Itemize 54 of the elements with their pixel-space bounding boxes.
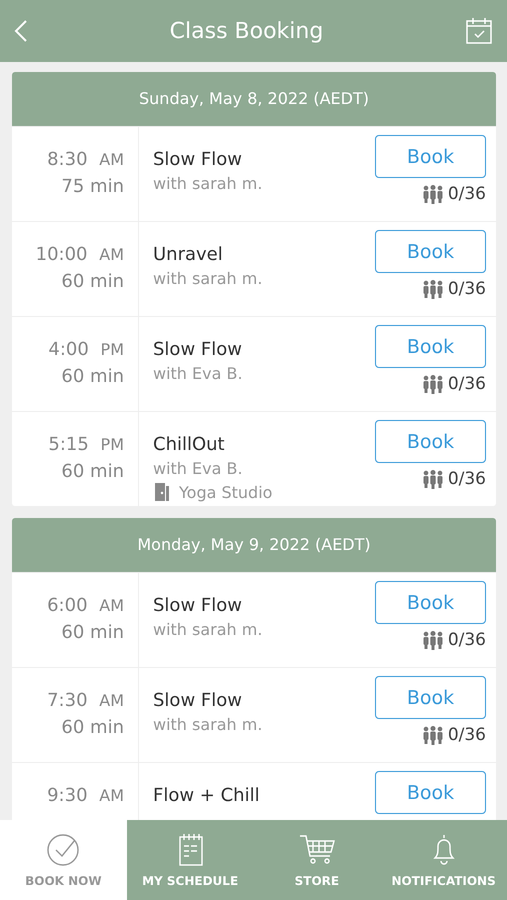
book-button[interactable]: Book — [375, 420, 486, 463]
capacity-count: 0/36 — [448, 725, 486, 745]
class-name: Slow Flow — [153, 149, 243, 170]
class-duration: 60 min — [61, 461, 124, 482]
check-circle-icon — [45, 832, 82, 868]
capacity-count: 0/36 — [448, 279, 486, 299]
class-time: 9:30 AM — [47, 785, 124, 806]
book-button[interactable]: Book — [375, 676, 486, 719]
page-title: Class Booking — [170, 18, 324, 44]
instructor-name: with Eva B. — [153, 364, 244, 383]
class-name: Flow + Chill — [153, 785, 261, 806]
studio-name: Yoga Studio — [179, 482, 272, 502]
class-duration: 60 min — [61, 271, 124, 292]
tab-button[interactable]: BOOK NOW — [0, 820, 127, 900]
instructor-name: with sarah m. — [153, 269, 264, 288]
class-name: Slow Flow — [153, 339, 243, 360]
book-button[interactable]: Book — [375, 581, 486, 624]
calendar-check-icon[interactable] — [465, 17, 493, 45]
class-time: 6:00 AM — [47, 595, 124, 616]
capacity-count: 0/36 — [448, 469, 486, 489]
book-button[interactable]: Book — [375, 230, 486, 273]
people-icon — [422, 469, 444, 489]
class-name: Slow Flow — [153, 690, 243, 711]
capacity-count: 0/36 — [448, 184, 486, 204]
book-button[interactable]: Book — [375, 325, 486, 368]
door-icon — [153, 482, 171, 502]
back-icon[interactable] — [14, 19, 28, 43]
day-header: Sunday, May 8, 2022 (AEDT) — [12, 72, 496, 126]
class-duration: 60 min — [61, 622, 124, 643]
instructor-name: with Eva B. — [153, 459, 244, 478]
class-duration: 60 min — [61, 366, 124, 387]
book-button[interactable]: Book — [375, 135, 486, 178]
class-time: 10:00 AM — [36, 244, 124, 265]
class-name: Slow Flow — [153, 595, 243, 616]
class-time: 7:30 AM — [47, 690, 124, 711]
class-duration: 75 min — [61, 176, 124, 197]
people-icon — [422, 374, 444, 394]
class-duration: 60 min — [61, 717, 124, 738]
instructor-name: with sarah m. — [153, 715, 264, 734]
class-name: ChillOut — [153, 434, 226, 455]
book-button[interactable]: Book — [375, 771, 486, 814]
class-time: 5:15 PM — [48, 434, 124, 455]
class-time: 8:30 AM — [47, 149, 124, 170]
capacity-count: 0/36 — [448, 374, 486, 394]
capacity-count: 0/36 — [448, 630, 486, 650]
people-icon — [422, 184, 444, 204]
instructor-name: with sarah m. — [153, 620, 264, 639]
instructor-name: with sarah m. — [153, 174, 264, 193]
class-time: 4:00 PM — [48, 339, 124, 360]
class-name: Unravel — [153, 244, 224, 265]
day-header: Monday, May 9, 2022 (AEDT) — [12, 518, 496, 572]
people-icon — [422, 279, 444, 299]
people-icon — [422, 630, 444, 650]
people-icon — [422, 725, 444, 745]
